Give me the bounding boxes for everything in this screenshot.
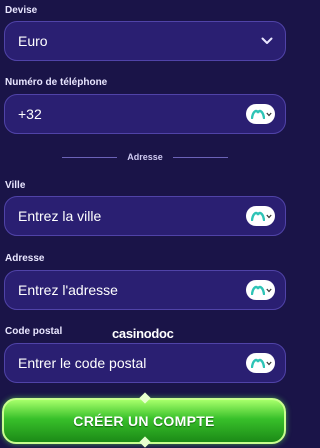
- city-label: Ville: [5, 180, 26, 191]
- phone-input[interactable]: +32: [4, 94, 286, 134]
- city-input[interactable]: Entrez la ville: [4, 196, 286, 236]
- currency-label: Devise: [5, 5, 38, 16]
- currency-select[interactable]: Euro: [4, 21, 286, 61]
- currency-value: Euro: [18, 33, 48, 49]
- postal-code-input[interactable]: Entrer le code postal: [4, 343, 286, 383]
- address-section-divider: Adresse: [0, 151, 290, 163]
- address-placeholder: Entrez l'adresse: [18, 282, 118, 298]
- address-label: Adresse: [5, 253, 45, 264]
- create-account-label: CRÉER UN COMPTE: [73, 413, 215, 429]
- divider-line-right: [172, 156, 228, 158]
- divider-line-left: [62, 156, 118, 158]
- casinodoc-watermark: casinodoc: [112, 326, 174, 341]
- postal-code-label: Code postal: [5, 326, 63, 337]
- chevron-down-icon: [266, 214, 272, 218]
- phone-label: Numéro de téléphone: [5, 77, 108, 88]
- chevron-down-icon: [266, 361, 272, 365]
- autofill-badge-icon[interactable]: [246, 104, 275, 124]
- autofill-badge-icon[interactable]: [246, 206, 275, 226]
- chevron-down-icon: [266, 112, 272, 116]
- postal-code-placeholder: Entrer le code postal: [18, 355, 147, 371]
- chevron-down-icon: [259, 33, 275, 49]
- address-section-title: Adresse: [127, 152, 163, 162]
- autofill-badge-icon[interactable]: [246, 280, 275, 300]
- city-placeholder: Entrez la ville: [18, 208, 102, 224]
- phone-value: +32: [18, 106, 42, 122]
- autofill-badge-icon[interactable]: [246, 353, 275, 373]
- address-input[interactable]: Entrez l'adresse: [4, 270, 286, 310]
- chevron-down-icon: [266, 288, 272, 292]
